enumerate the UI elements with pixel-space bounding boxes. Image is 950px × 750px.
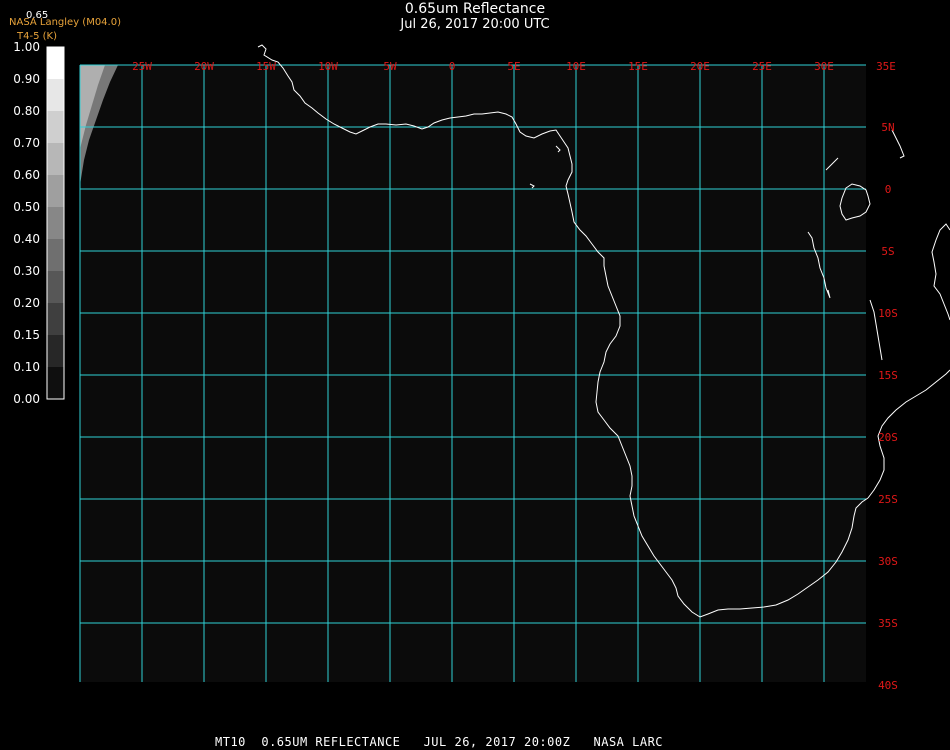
longitude-label: 35E [876, 60, 896, 73]
lake-turkana [891, 129, 905, 159]
longitude-label: 5E [507, 60, 520, 73]
longitude-label: 20W [194, 60, 214, 73]
map-background [80, 65, 866, 682]
latitude-label: 10S [878, 307, 898, 320]
latitude-label: 5N [881, 121, 894, 134]
longitude-label: 25E [752, 60, 772, 73]
longitude-label: 20E [690, 60, 710, 73]
coastline-east-coast-north [931, 223, 950, 321]
latitude-label: 40S [878, 679, 898, 692]
longitude-label: 5W [383, 60, 397, 73]
latitude-label: 30S [878, 555, 898, 568]
latitude-label: 20S [878, 431, 898, 444]
latitude-label: 15S [878, 369, 898, 382]
latitude-labels: 5N 0 5S 10S 15S 20S 25S 30S 35S 40S [878, 121, 898, 692]
latitude-label: 0 [885, 183, 892, 196]
longitude-label: 25W [132, 60, 152, 73]
latitude-label: 35S [878, 617, 898, 630]
satellite-map: 25W 20W 15W 10W 5W 0 5E 10E 15E 20E 25E 30E 35E 5N05… [79, 44, 950, 692]
longitude-label: 10W [318, 60, 338, 73]
latitude-label: 25S [878, 493, 898, 506]
longitude-label: 15E [628, 60, 648, 73]
footer-caption: MT10 0.65UM REFLECTANCE JUL 26, 2017 20:… [215, 735, 664, 749]
longitude-label: 0 [449, 60, 456, 73]
longitude-label: 15W [256, 60, 276, 73]
latitude-label: 5S [881, 245, 894, 258]
longitude-label: 30E [814, 60, 834, 73]
longitude-label: 10E [566, 60, 586, 73]
